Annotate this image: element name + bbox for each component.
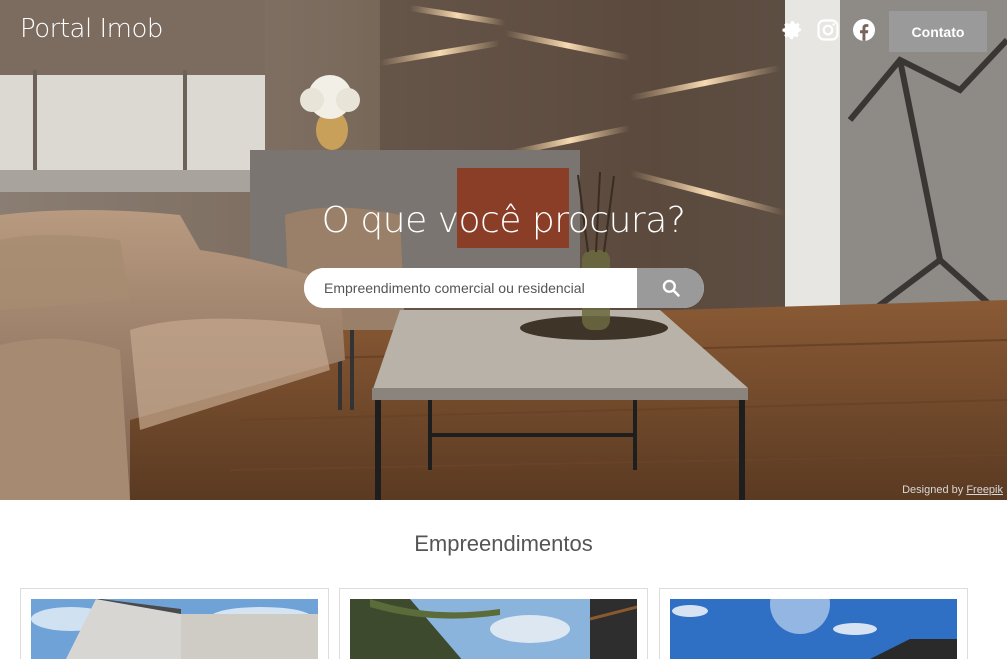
facebook-icon[interactable] [852,18,876,42]
credit-prefix: Designed by [902,484,964,496]
image-credit: Designed by Freepik [902,484,1003,496]
contact-button[interactable]: Contato [889,11,987,52]
hero-banner: Portal Imob Contato O que você procura? … [0,0,1007,500]
hero-headline: O que você procura? [321,200,686,241]
property-card[interactable] [339,588,648,659]
property-card[interactable] [659,588,968,659]
search-input[interactable] [304,268,637,308]
search-button[interactable] [637,268,704,308]
property-photo [350,599,637,659]
section-title: Empreendimentos [414,531,593,556]
property-cards [20,588,968,659]
site-logo[interactable]: Portal Imob [20,14,163,44]
property-card[interactable] [20,588,329,659]
gear-icon[interactable] [780,18,804,42]
hero-background-image [0,0,1007,500]
property-photo [31,599,318,659]
credit-link[interactable]: Freepik [966,484,1003,496]
search-icon [662,279,680,297]
search-bar [304,268,704,308]
property-photo [670,599,957,659]
social-icons [780,18,888,42]
instagram-icon[interactable] [816,18,840,42]
